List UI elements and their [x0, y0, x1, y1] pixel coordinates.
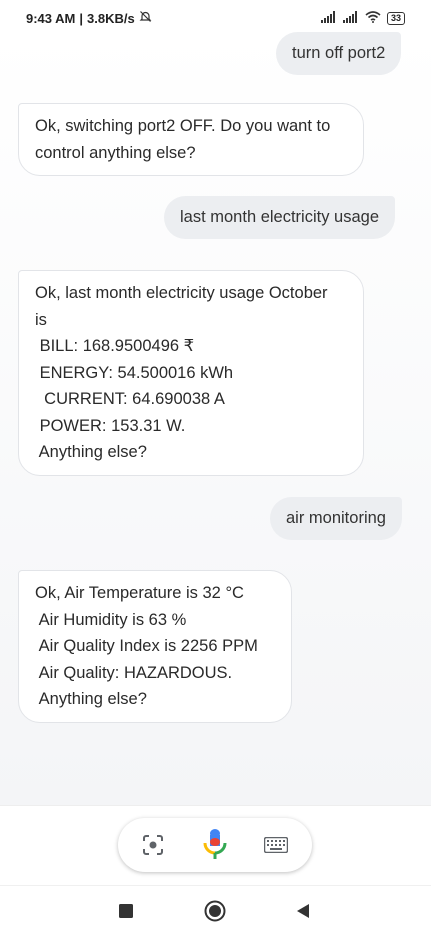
status-right: 33: [320, 10, 405, 26]
status-left: 9:43 AM | 3.8KB/s: [26, 10, 152, 26]
signal-icon: [320, 10, 337, 26]
assistant-message: Ok, last month electricity usage October…: [18, 270, 364, 476]
assistant-message: Ok, Air Temperature is 32 °C Air Humidit…: [18, 570, 292, 723]
assistant-line: Ok, last month electricity usage October: [35, 284, 328, 302]
assistant-line: Ok, Air Temperature is 32 °C: [35, 584, 244, 602]
user-message-text: last month electricity usage: [180, 208, 380, 226]
user-message: turn off port2: [276, 32, 402, 75]
lens-icon[interactable]: [141, 833, 165, 862]
assistant-line: Air Quality Index is 2256 PPM: [35, 637, 258, 655]
home-circle-icon[interactable]: [204, 900, 226, 927]
assistant-line: CURRENT: 64.690038 A: [35, 390, 225, 408]
navigation-bar: [0, 885, 431, 937]
wifi-icon: [365, 10, 381, 26]
silent-bell-icon: [139, 10, 152, 26]
assistant-message: Ok, switching port2 OFF. Do you want to …: [18, 103, 364, 176]
assistant-line: is: [35, 310, 47, 329]
user-message: air monitoring: [270, 497, 402, 540]
network-speed: 3.8KB/s: [87, 10, 135, 26]
signal-icon-2: [342, 10, 359, 26]
recents-square-icon[interactable]: [119, 904, 133, 923]
battery-indicator: 33: [386, 11, 405, 25]
assistant-line: Anything else?: [35, 443, 147, 461]
keyboard-icon[interactable]: [263, 836, 289, 858]
status-separator: |: [79, 10, 84, 26]
assistant-line: Anything else?: [35, 690, 147, 708]
input-pill: [118, 818, 312, 872]
status-time: 9:43 AM: [26, 10, 76, 26]
assistant-line: POWER: 153.31 W.: [35, 416, 186, 435]
user-message-text: turn off port2: [292, 44, 386, 62]
assistant-line: control anything else?: [35, 143, 196, 162]
assistant-line: Ok, switching port2 OFF. Do you want to: [35, 117, 331, 135]
user-message: last month electricity usage: [164, 196, 396, 239]
mic-icon[interactable]: [203, 829, 227, 866]
user-message-text: air monitoring: [286, 509, 386, 527]
assistant-line: Air Humidity is 63 %: [35, 610, 187, 629]
assistant-line: ENERGY: 54.500016 kWh: [35, 363, 234, 382]
chat-area[interactable]: turn off port2 Ok, switching port2 OFF. …: [0, 30, 431, 805]
back-triangle-icon[interactable]: [296, 903, 310, 924]
assistant-input-bar: [0, 805, 431, 886]
assistant-line: BILL: 168.9500496 ₹: [35, 337, 195, 355]
assistant-line: Air Quality: HAZARDOUS.: [35, 663, 233, 682]
